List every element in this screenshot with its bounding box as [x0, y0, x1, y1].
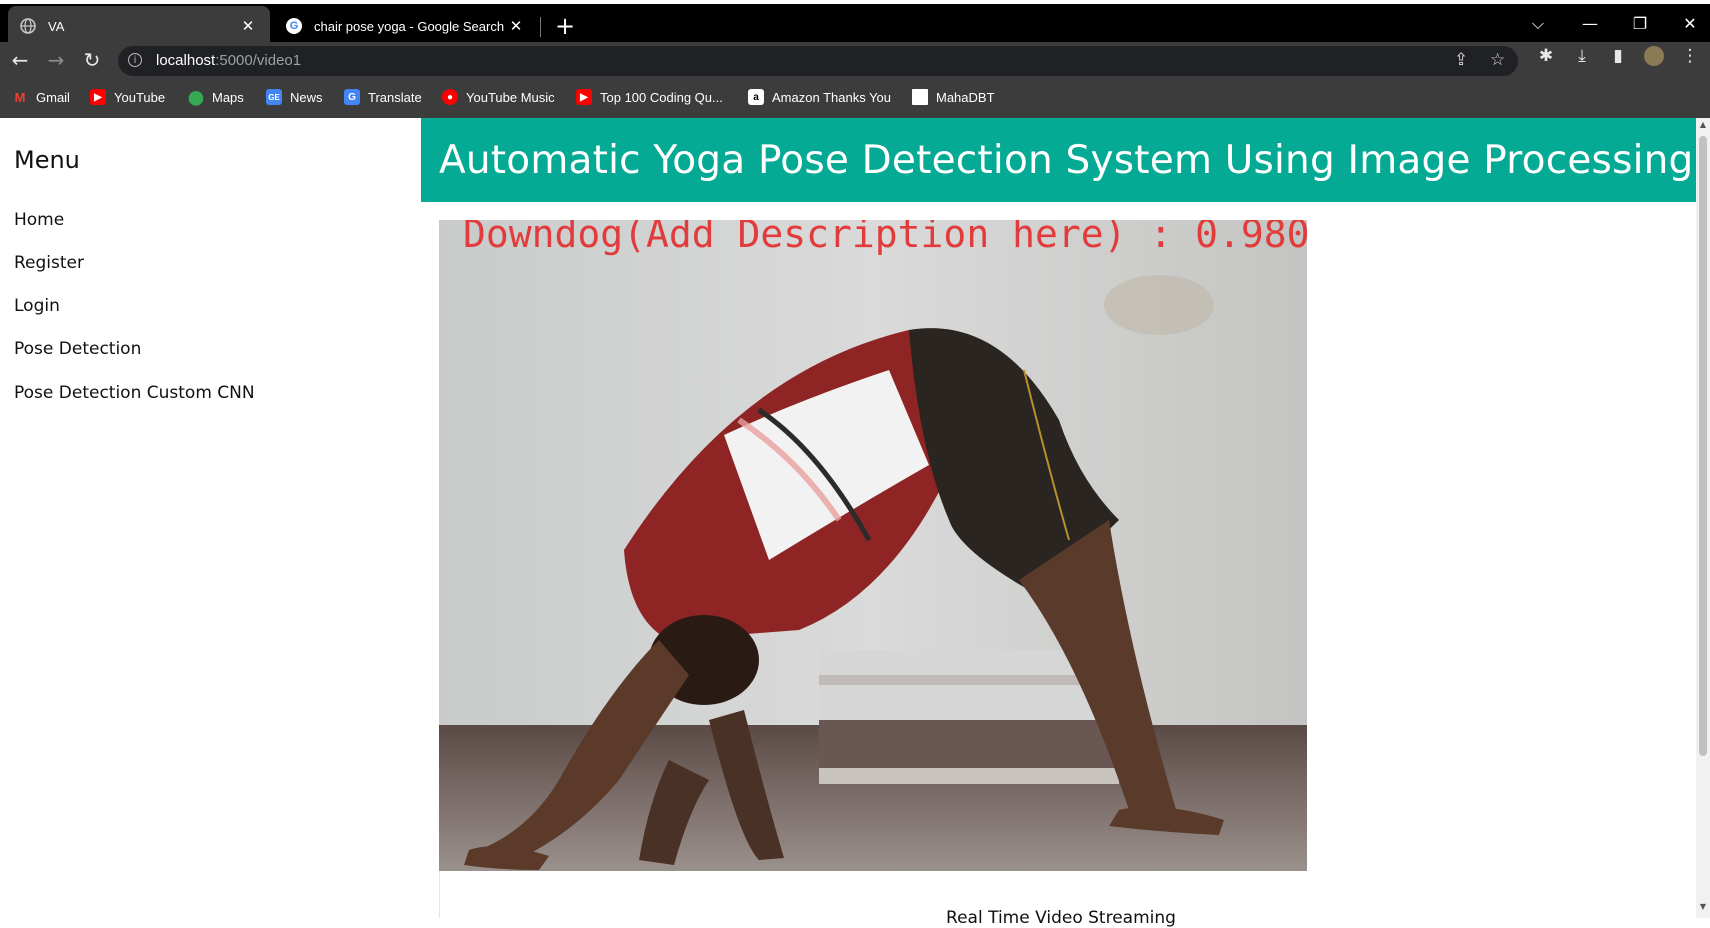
sidebar-item-register[interactable]: Register	[14, 253, 84, 273]
google-icon: G	[286, 18, 302, 34]
news-icon: GE	[266, 89, 282, 105]
bookmark-news[interactable]: GE News	[266, 89, 323, 105]
bookmark-gmail[interactable]: M Gmail	[12, 89, 70, 105]
bookmark-top100[interactable]: ▶ Top 100 Coding Qu...	[576, 89, 723, 105]
close-tab-icon[interactable]: ✕	[506, 17, 526, 35]
browser-tabstrip: VA ✕ G chair pose yoga - Google Search ✕…	[0, 0, 1710, 46]
new-tab-button[interactable]: +	[553, 10, 577, 42]
pose-prediction-label: Downdog(Add Description here) : 0.980	[463, 220, 1307, 256]
bookmark-youtube-music[interactable]: ● YouTube Music	[442, 89, 555, 105]
video-caption: Real Time Video Streaming	[946, 908, 1176, 928]
globe-icon	[20, 18, 36, 34]
bookmark-star-icon[interactable]: ☆	[1490, 50, 1505, 70]
page-icon	[912, 89, 928, 105]
header-banner: Automatic Yoga Pose Detection System Usi…	[421, 118, 1696, 202]
scroll-up-arrow-icon[interactable]: ▲	[1696, 120, 1710, 129]
sidebar-item-pose-detection-custom-cnn[interactable]: Pose Detection Custom CNN	[14, 383, 255, 403]
bookmark-maps[interactable]: ⬤ Maps	[188, 89, 244, 105]
bookmark-amazon[interactable]: a Amazon Thanks You	[748, 89, 891, 105]
extensions-icon[interactable]: ✱	[1534, 46, 1558, 66]
bookmark-label: News	[290, 89, 323, 105]
menu-title: Menu	[14, 146, 80, 174]
url-text: localhost:5000/video1	[156, 52, 302, 69]
tab-divider	[540, 17, 541, 37]
bookmark-youtube[interactable]: ▶ YouTube	[90, 89, 165, 105]
video-stream: Downdog(Add Description here) : 0.980	[439, 220, 1307, 871]
bookmark-label: Translate	[368, 89, 422, 105]
tab-title: chair pose yoga - Google Search	[314, 18, 505, 34]
minimize-button[interactable]: —	[1576, 10, 1604, 38]
tab-va[interactable]: VA ✕	[8, 6, 270, 46]
youtube-music-icon: ●	[442, 89, 458, 105]
reload-button[interactable]: ↻	[78, 46, 106, 74]
page-scrollbar[interactable]: ▲ ▼	[1696, 118, 1710, 918]
tab-search-chevron-icon[interactable]: ⌵	[1524, 10, 1552, 38]
bookmark-label: Amazon Thanks You	[772, 89, 892, 105]
download-icon[interactable]: ⤓	[1570, 46, 1594, 66]
bookmark-label: Top 100 Coding Qu...	[600, 89, 723, 105]
tab-title: VA	[48, 18, 65, 34]
share-icon[interactable]: ⇪	[1454, 50, 1468, 70]
browser-toolbar: ← → ↻ i localhost:5000/video1 ⇪ ☆	[0, 42, 1710, 80]
scroll-down-arrow-icon[interactable]: ▼	[1696, 902, 1710, 911]
bookmark-label: YouTube Music	[466, 89, 555, 105]
more-menu-icon[interactable]: ⋮	[1678, 46, 1702, 66]
sidebar-item-home[interactable]: Home	[14, 210, 64, 230]
video-frame-image: Downdog(Add Description here) : 0.980	[439, 220, 1307, 871]
sidebar-item-pose-detection[interactable]: Pose Detection	[14, 339, 141, 359]
bookmark-label: Maps	[212, 89, 244, 105]
sidebar-item-login[interactable]: Login	[14, 296, 60, 316]
translate-icon: G	[344, 89, 360, 105]
restore-button[interactable]: ❐	[1626, 10, 1654, 38]
bookmark-label: Gmail	[36, 89, 70, 105]
close-window-button[interactable]: ✕	[1676, 10, 1704, 38]
back-button[interactable]: ←	[6, 46, 34, 74]
site-info-icon[interactable]: i	[128, 53, 142, 67]
bookmark-label: YouTube	[114, 89, 166, 105]
avatar[interactable]	[1642, 46, 1666, 71]
side-panel-icon[interactable]: ▮	[1606, 46, 1630, 66]
tab-google-search[interactable]: G chair pose yoga - Google Search ✕	[276, 6, 538, 46]
bookmark-mahadbt[interactable]: MahaDBT	[912, 89, 995, 105]
youtube-icon: ▶	[90, 89, 106, 105]
bookmark-label: MahaDBT	[936, 89, 995, 105]
address-bar[interactable]: i localhost:5000/video1 ⇪ ☆	[118, 46, 1518, 76]
sidebar-menu: Menu Home Register Login Pose Detection …	[0, 118, 421, 918]
page-title: Automatic Yoga Pose Detection System Usi…	[439, 138, 1694, 183]
gmail-icon: M	[14, 89, 26, 105]
bookmark-translate[interactable]: G Translate	[344, 89, 422, 105]
main-content: Downdog(Add Description here) : 0.980 Re…	[421, 202, 1696, 928]
maps-icon: ⬤	[188, 88, 204, 105]
scrollbar-thumb[interactable]	[1699, 136, 1707, 756]
forward-button[interactable]: →	[42, 46, 70, 74]
amazon-icon: a	[748, 89, 764, 105]
close-tab-icon[interactable]: ✕	[238, 17, 258, 35]
youtube-icon: ▶	[576, 89, 592, 105]
bookmarks-bar: M Gmail ▶ YouTube ⬤ Maps GE News G Trans…	[0, 80, 1710, 118]
